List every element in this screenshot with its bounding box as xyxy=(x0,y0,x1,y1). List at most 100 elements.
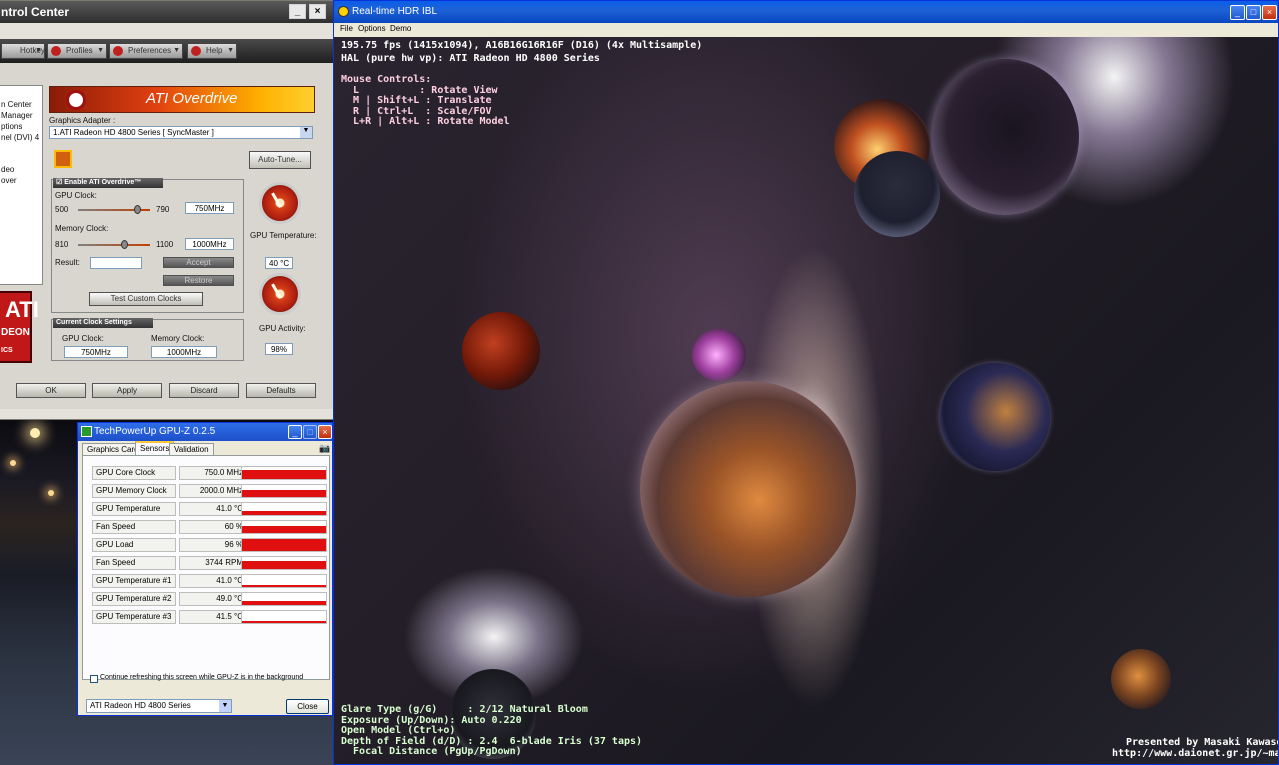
current-memory-clock-label: Memory Clock: xyxy=(151,334,205,343)
ccc-titlebar[interactable]: ntrol Center _ × xyxy=(0,1,333,23)
chevron-down-icon: ▼ xyxy=(219,700,231,712)
sensor-value: 41.0 °C xyxy=(179,502,247,516)
maximize-button[interactable]: □ xyxy=(303,425,317,439)
current-gpu-clock-field: 750MHz xyxy=(64,346,128,358)
sensor-name[interactable]: GPU Temperature #3 xyxy=(92,610,176,624)
street-light xyxy=(10,460,16,466)
ccc-menubar: Hotkeys ▼ Profiles ▼ Preferences ▼ Help ▼ xyxy=(0,39,333,63)
sensor-graph xyxy=(241,556,327,570)
sensor-graph xyxy=(241,610,327,624)
sensor-graph-fill xyxy=(242,561,326,569)
menu-help[interactable]: Help ▼ xyxy=(187,43,237,59)
catalyst-control-center-window: ntrol Center _ × Hotkeys ▼ Profiles ▼ Pref… xyxy=(0,0,334,420)
gpu-activity-gauge xyxy=(259,273,301,315)
apply-button[interactable]: Apply xyxy=(92,383,162,398)
close-dialog-button[interactable]: Close xyxy=(286,699,329,714)
gpu-activity-label: GPU Activity: xyxy=(259,324,306,333)
sensor-row: Fan Speed 60 % xyxy=(89,520,329,535)
menu-demo[interactable]: Demo xyxy=(390,24,411,33)
gpu-temperature-field: 40 °C xyxy=(265,257,293,269)
memory-clock-field[interactable]: 1000MHz xyxy=(185,238,234,250)
enable-overdrive-header[interactable]: ☑ Enable ATI Overdrive™ xyxy=(53,178,163,188)
memory-clock-min: 810 xyxy=(55,240,69,249)
glass-sphere xyxy=(854,151,940,237)
sensor-name[interactable]: GPU Temperature xyxy=(92,502,176,516)
gpu-clock-slider-thumb[interactable] xyxy=(134,205,141,214)
help-icon xyxy=(191,46,201,56)
graphics-adapter-select[interactable]: 1.ATI Radeon HD 4800 Series [ SyncMaster… xyxy=(49,126,313,139)
maximize-button[interactable]: □ xyxy=(1246,5,1261,20)
gpu-z-title: TechPowerUp GPU-Z 0.2.5 xyxy=(94,426,216,437)
tree-item[interactable]: n Center xyxy=(1,100,32,109)
sensor-name[interactable]: GPU Load xyxy=(92,538,176,552)
sensor-value: 49.0 °C xyxy=(179,592,247,606)
accept-button[interactable]: Accept xyxy=(163,257,234,268)
sensor-name[interactable]: GPU Temperature #2 xyxy=(92,592,176,606)
render-viewport[interactable]: 195.75 fps (1415x1094), A16B16G16R16F (D… xyxy=(334,37,1278,764)
sensor-row: GPU Load 96 % xyxy=(89,538,329,553)
glass-sphere xyxy=(940,363,1050,471)
close-button[interactable]: × xyxy=(318,425,332,439)
defaults-button[interactable]: Defaults xyxy=(246,383,316,398)
hdr-titlebar[interactable]: Real-time HDR IBL _ □ × xyxy=(334,1,1278,23)
sensor-name[interactable]: GPU Core Clock xyxy=(92,466,176,480)
overdrive-title: ATI Overdrive xyxy=(146,90,238,107)
sensor-name[interactable]: Fan Speed xyxy=(92,556,176,570)
sensor-graph-fill xyxy=(242,585,326,587)
sensor-value: 41.5 °C xyxy=(179,610,247,624)
app-icon xyxy=(338,6,349,17)
sensor-graph-fill xyxy=(242,601,326,605)
close-button[interactable]: × xyxy=(1262,5,1277,20)
test-custom-clocks-button[interactable]: Test Custom Clocks xyxy=(89,292,203,306)
memory-clock-max: 1100 xyxy=(156,240,174,249)
menu-options[interactable]: Options xyxy=(358,24,386,33)
ok-button[interactable]: OK xyxy=(16,383,86,398)
sensor-value: 750.0 MHz xyxy=(179,466,247,480)
tree-item[interactable]: ptions xyxy=(1,122,22,131)
sensor-graph-fill xyxy=(242,511,326,515)
minimize-button[interactable]: _ xyxy=(1230,5,1245,20)
memory-clock-slider[interactable] xyxy=(78,244,150,246)
sensor-graph xyxy=(241,466,327,480)
tree-item[interactable]: over xyxy=(1,176,17,185)
gpu-activity-field: 98% xyxy=(265,343,293,355)
close-button[interactable]: × xyxy=(309,4,326,19)
menu-hotkeys[interactable]: Hotkeys ▼ xyxy=(1,43,49,59)
current-memory-clock-field: 1000MHz xyxy=(151,346,217,358)
gpu-clock-field[interactable]: 750MHz xyxy=(185,202,234,214)
sensor-name[interactable]: GPU Temperature #1 xyxy=(92,574,176,588)
result-label: Result: xyxy=(55,258,80,267)
mouse-controls-help: Mouse Controls: L : Rotate View M | Shif… xyxy=(341,74,510,127)
restore-button[interactable]: Restore xyxy=(163,275,234,286)
continue-refresh-label: Continue refreshing this screen while GP… xyxy=(100,674,304,681)
menu-profiles[interactable]: Profiles ▼ xyxy=(47,43,107,59)
sensor-name[interactable]: GPU Memory Clock xyxy=(92,484,176,498)
sensor-name[interactable]: Fan Speed xyxy=(92,520,176,534)
sensor-graph-fill xyxy=(242,490,326,497)
checkbox-icon[interactable]: ☑ xyxy=(56,179,64,186)
menu-preferences[interactable]: Preferences ▼ xyxy=(109,43,183,59)
tree-item[interactable]: Manager xyxy=(1,111,33,120)
hdr-menubar: File Options Demo xyxy=(334,23,1278,37)
glass-sphere xyxy=(931,59,1079,215)
gpu-adapter-select[interactable]: ATI Radeon HD 4800 Series ▼ xyxy=(86,699,232,713)
continue-refresh-checkbox[interactable] xyxy=(90,675,98,683)
sensor-graph xyxy=(241,538,327,552)
minimize-button[interactable]: _ xyxy=(288,425,302,439)
tree-item[interactable]: deo xyxy=(1,165,14,174)
sensor-row: GPU Memory Clock 2000.0 MHz xyxy=(89,484,329,499)
discard-button[interactable]: Discard xyxy=(169,383,239,398)
gpu-z-titlebar[interactable]: TechPowerUp GPU-Z 0.2.5 _ □ × xyxy=(78,423,332,441)
sensor-graph xyxy=(241,574,327,588)
camera-icon[interactable]: 📷 xyxy=(319,443,330,454)
minimize-button[interactable]: _ xyxy=(289,4,306,19)
sensor-value: 96 % xyxy=(179,538,247,552)
auto-tune-button[interactable]: Auto-Tune... xyxy=(249,151,311,169)
lock-icon[interactable] xyxy=(54,150,72,168)
menu-file[interactable]: File xyxy=(340,24,353,33)
memory-clock-slider-thumb[interactable] xyxy=(121,240,128,249)
device-info-line: HAL (pure hw vp): ATI Radeon HD 4800 Ser… xyxy=(341,53,600,64)
gpu-clock-label: GPU Clock: xyxy=(55,191,97,200)
street-light xyxy=(30,428,40,438)
tree-item[interactable]: nel (DVI) 4 xyxy=(1,133,39,142)
